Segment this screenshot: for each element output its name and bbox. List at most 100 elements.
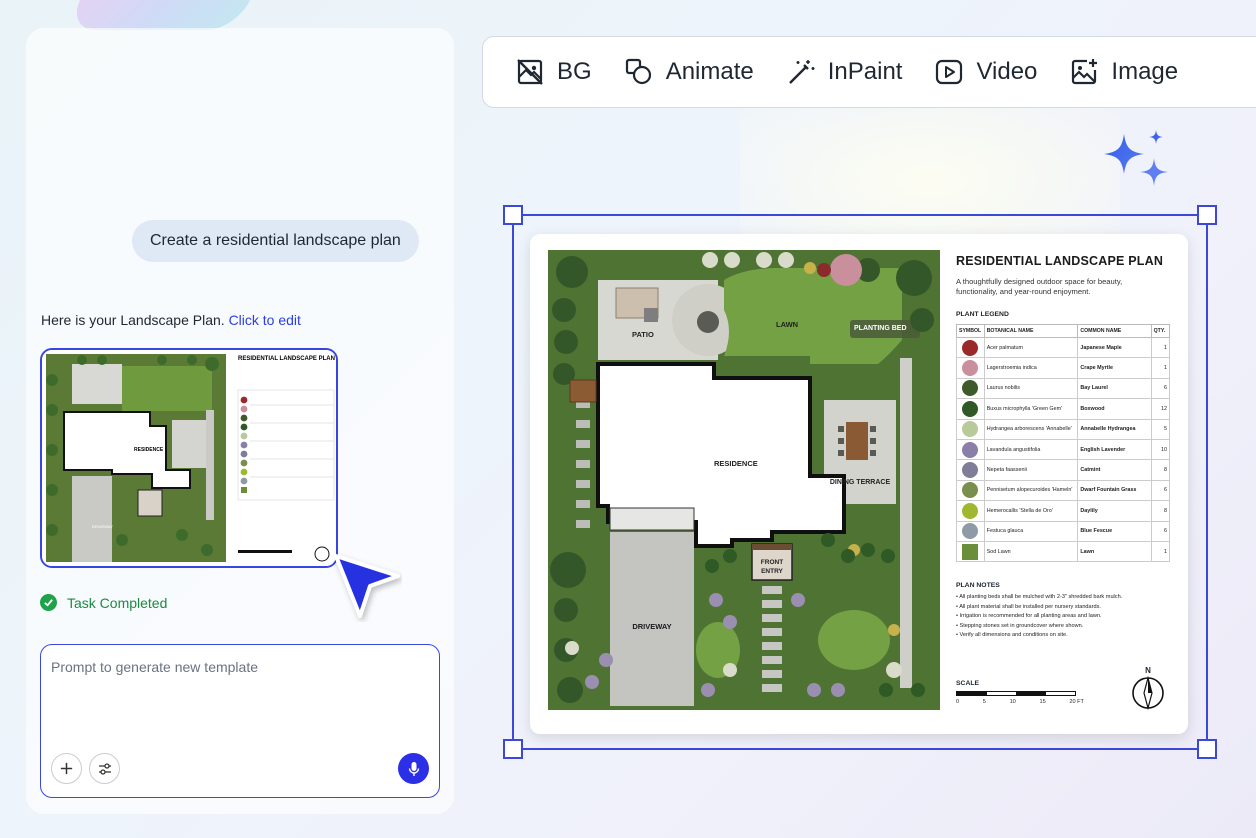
patio-label: PATIO	[632, 330, 654, 339]
botanical-name: Festuca glauca	[983, 520, 1079, 542]
landscape-plan-canvas[interactable]: PATIO LAWN PLANTING BED RESIDENCE DINING…	[530, 234, 1188, 734]
image-add-icon	[1072, 59, 1098, 85]
ai-sparkle-icon	[1104, 130, 1168, 186]
plant-qty: 6	[1150, 377, 1171, 400]
plant-qty: 8	[1150, 459, 1171, 481]
table-row: Pennisetum alopecuroides 'Hameln' Dwarf F…	[956, 479, 1171, 502]
plant-qty: 1	[1150, 336, 1171, 359]
plan-notes-heading: PLAN NOTES	[956, 582, 1000, 590]
click-to-edit-link[interactable]: Click to edit	[229, 312, 301, 328]
resize-handle-top-right[interactable]	[1197, 205, 1217, 225]
plant-legend-table: SYMBOL BOTANICAL NAME COMMON NAME QTY. A…	[956, 324, 1171, 563]
video-tool-label: Video	[976, 58, 1038, 85]
botanical-name: Buxus microphylla 'Green Gem'	[983, 398, 1079, 420]
resize-handle-bottom-left[interactable]	[503, 739, 523, 759]
table-row: Hemerocallis 'Stella de Oro' Daylily 8	[956, 500, 1171, 522]
table-row: Lagerstroemia indica Crape Myrtle 1	[956, 357, 1171, 379]
table-row: Hydrangea arborescens 'Annabelle' Annabel…	[956, 418, 1171, 440]
botanical-name: Pennisetum alopecuroides 'Hameln'	[983, 479, 1079, 502]
plant-symbol	[956, 540, 985, 563]
common-name: Blue Fescue	[1077, 520, 1152, 542]
plan-note: • Irrigation is recommended for all plan…	[956, 613, 1102, 620]
thumbnail-plan-preview: RESIDENCE DRIVEWAY RESIDENTIAL LANDSCAPE…	[42, 350, 336, 566]
task-status-label: Task Completed	[67, 594, 168, 611]
plan-note: • Verify all dimensions and conditions o…	[956, 631, 1068, 638]
plant-symbol	[956, 357, 985, 379]
plan-note: • Stepping stones set in groundcover whe…	[956, 622, 1084, 629]
plant-qty: 10	[1150, 438, 1171, 461]
common-name: Crape Myrtle	[1077, 357, 1152, 379]
common-name: Lawn	[1077, 540, 1152, 563]
residence-label: RESIDENCE	[714, 459, 758, 468]
scale-tick: 0	[956, 699, 960, 705]
plant-symbol	[956, 377, 985, 400]
plan-note: • All planting beds shall be mulched wit…	[956, 594, 1123, 601]
plant-symbol	[956, 438, 985, 461]
user-message-bubble: Create a residential landscape plan	[132, 220, 419, 262]
botanical-name: Acer palmatum	[983, 336, 1079, 359]
svg-text:RESIDENTIAL LANDSCAPE PLAN: RESIDENTIAL LANDSCAPE PLAN	[238, 356, 335, 362]
column-header: BOTANICAL NAME	[983, 324, 1079, 338]
add-attachment-button[interactable]	[51, 753, 82, 784]
common-name: English Lavender	[1077, 438, 1152, 461]
column-header: COMMON NAME	[1077, 324, 1152, 338]
plant-qty: 12	[1150, 398, 1171, 420]
plant-symbol	[956, 459, 985, 481]
microphone-icon	[408, 761, 419, 776]
compass-label: N	[1145, 666, 1151, 675]
plant-symbol	[956, 398, 985, 420]
check-circle-icon	[40, 594, 57, 611]
plant-qty: 1	[1150, 540, 1171, 563]
inpaint-tool-button[interactable]: InPaint	[786, 57, 903, 87]
animate-icon	[625, 58, 651, 85]
video-tool-button[interactable]: Video	[934, 57, 1037, 87]
scale-tick: 15	[1039, 699, 1046, 705]
settings-button[interactable]	[89, 753, 120, 784]
table-row: Acer palmatum Japanese Maple 1	[956, 336, 1171, 359]
common-name: Daylily	[1077, 500, 1152, 522]
tool-bar: BG Animate InPaint Video Image	[482, 36, 1256, 108]
plant-symbol	[956, 336, 985, 359]
plan-note: • All plant material shall be installed …	[956, 603, 1101, 610]
assistant-reply: Here is your Landscape Plan. Click to ed…	[41, 312, 301, 328]
common-name: Boxwood	[1077, 398, 1152, 420]
resize-handle-top-left[interactable]	[503, 205, 523, 225]
svg-text:RESIDENCE: RESIDENCE	[134, 447, 164, 453]
reply-text: Here is your Landscape Plan.	[41, 312, 225, 328]
background-decoration	[66, 0, 264, 30]
animate-tool-button[interactable]: Animate	[624, 57, 754, 87]
common-name: Japanese Maple	[1077, 336, 1152, 359]
microphone-button[interactable]	[398, 753, 429, 784]
scale-tick: 10	[1009, 699, 1016, 705]
resize-handle-bottom-right[interactable]	[1197, 739, 1217, 759]
animate-tool-label: Animate	[665, 58, 754, 85]
plus-icon	[60, 762, 73, 775]
plant-symbol	[956, 479, 985, 502]
plan-notes: • All planting beds shall be mulched wit…	[956, 593, 1172, 640]
botanical-name: Sod Lawn	[983, 540, 1079, 563]
inpaint-tool-label: InPaint	[827, 58, 903, 85]
plant-qty: 1	[1150, 357, 1171, 379]
bg-tool-button[interactable]: BG	[515, 57, 592, 87]
table-row: Sod Lawn Lawn 1	[956, 540, 1171, 563]
common-name: Dwarf Fountain Grass	[1077, 479, 1152, 502]
site-plan-drawing: PATIO LAWN PLANTING BED RESIDENCE DINING…	[548, 250, 940, 710]
planting-bed-label: PLANTING BED	[854, 325, 907, 332]
plan-subtitle: A thoughtfully designed outdoor space fo…	[956, 277, 1123, 296]
plant-qty: 5	[1150, 418, 1171, 440]
prompt-box	[40, 644, 440, 798]
image-tool-label: Image	[1111, 58, 1179, 85]
landscape-plan-thumbnail[interactable]: RESIDENCE DRIVEWAY RESIDENTIAL LANDSCAPE…	[40, 348, 338, 568]
sliders-icon	[98, 762, 111, 775]
plant-symbol	[956, 500, 985, 522]
scale-bar-graphic	[956, 691, 1076, 696]
image-tool-button[interactable]: Image	[1069, 57, 1178, 87]
svg-text:DRIVEWAY: DRIVEWAY	[92, 524, 113, 529]
bg-tool-label: BG	[557, 58, 592, 85]
magic-wand-icon	[788, 60, 815, 84]
prompt-input[interactable]	[51, 659, 431, 675]
scale-tick: 5	[982, 699, 986, 705]
column-header: QTY.	[1150, 324, 1171, 338]
north-arrow-icon: N	[1130, 666, 1166, 714]
bg-remove-icon	[517, 59, 543, 85]
